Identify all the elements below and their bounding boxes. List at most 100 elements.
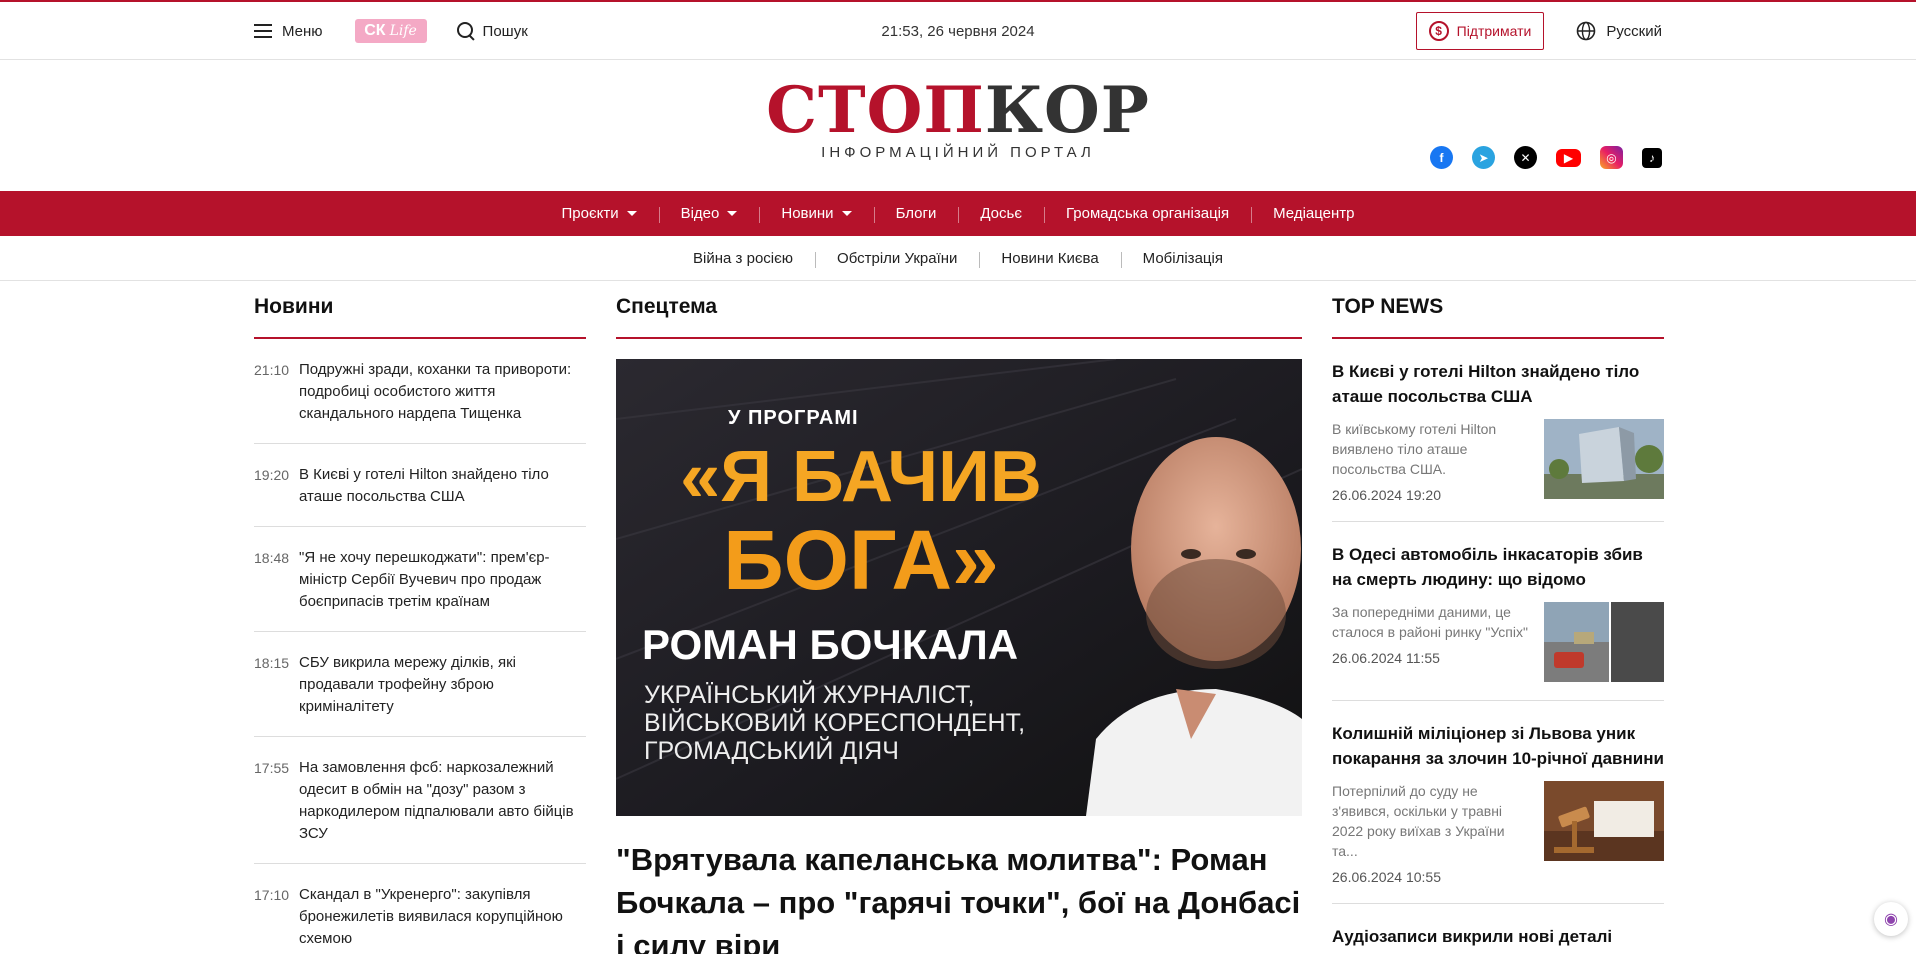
news-headline: На замовлення фсб: наркозалежний одесит … <box>299 759 574 842</box>
top-news-headline: Аудіозаписи викрили нові деталі <box>1332 927 1613 946</box>
accessibility-widget-icon[interactable]: ◉ <box>1874 902 1908 936</box>
logo-dark-part: КОР <box>984 73 1150 148</box>
menu-label: Меню <box>282 22 323 40</box>
menu-button[interactable]: Меню <box>254 23 323 40</box>
nav-item-projects[interactable]: Проєкти <box>539 205 658 222</box>
top-news-headline: В Києві у готелі Hilton знайдено тіло ат… <box>1332 362 1640 406</box>
top-news-headline: В Одесі автомобіль інкасаторів збив на с… <box>1332 545 1643 589</box>
support-button[interactable]: $ Підтримати <box>1415 12 1545 50</box>
nav-item-video[interactable]: Відео <box>658 205 760 223</box>
news-headline: "Я не хочу перешкоджати": прем'єр-мініст… <box>299 549 550 610</box>
news-time: 18:48 <box>254 550 290 566</box>
special-headline[interactable]: "Врятувала капеланська молитва": Роман Б… <box>616 838 1302 954</box>
top-news-title: TOP NEWS <box>1332 281 1664 339</box>
top-news-thumbnail <box>1544 781 1664 861</box>
social-links: f ➤ ✕ ▶ ◎ ♪ <box>1430 146 1662 169</box>
subnav-item-mobilization[interactable]: Мобілізація <box>1120 250 1245 268</box>
top-news-date: 26.06.2024 19:20 <box>1332 487 1441 503</box>
top-news-item[interactable]: Колишній міліціонер зі Львова уник покар… <box>1332 701 1664 904</box>
nav-label: Новини <box>781 205 834 222</box>
logo-tagline: ІНФОРМАЦІЙНИЙ ПОРТАЛ <box>821 144 1095 161</box>
ck-life-main: СК <box>364 22 386 39</box>
news-item[interactable]: 17:10 Скандал в "Укренерго": закупівля б… <box>254 864 586 954</box>
nav-label: Громадська організація <box>1066 205 1230 222</box>
hamburger-icon <box>254 24 272 38</box>
hero-guest-name: РОМАН БОЧКАЛА <box>642 621 1019 668</box>
special-topic-column: Спецтема У ПРОГРАМІ «Я БАЧИВ БОГА» РОМАН… <box>616 281 1302 954</box>
globe-icon <box>1577 21 1596 41</box>
tiktok-icon[interactable]: ♪ <box>1642 148 1662 168</box>
hero-program-label: У ПРОГРАМІ <box>728 407 859 429</box>
hero-title-line2: БОГА» <box>723 513 999 607</box>
news-time: 17:10 <box>254 887 290 903</box>
subnav-item-war[interactable]: Війна з росією <box>671 250 815 267</box>
hero-title-line1: «Я БАЧИВ <box>680 437 1042 517</box>
news-time: 17:55 <box>254 760 290 776</box>
news-headline: Подружні зради, коханки та привороти: по… <box>299 361 572 422</box>
nav-item-media-center[interactable]: Медіацентр <box>1251 205 1376 223</box>
x-icon[interactable]: ✕ <box>1514 146 1537 169</box>
top-news-lead: Потерпілий до суду не з'явився, оскільки… <box>1332 783 1505 859</box>
nav-item-dossier[interactable]: Досьє <box>958 205 1044 223</box>
top-news-thumbnail <box>1544 419 1664 499</box>
special-topic-title: Спецтема <box>616 281 1302 339</box>
youtube-icon[interactable]: ▶ <box>1556 149 1581 167</box>
instagram-icon[interactable]: ◎ <box>1600 146 1623 169</box>
top-news-item[interactable]: В Києві у готелі Hilton знайдено тіло ат… <box>1332 339 1664 522</box>
nav-item-news[interactable]: Новини <box>759 205 873 223</box>
caret-down-icon <box>841 211 852 216</box>
current-datetime: 21:53, 26 червня 2024 <box>881 22 1035 40</box>
news-item[interactable]: 18:15 СБУ викрила мережу ділків, які про… <box>254 632 586 737</box>
top-bar: Меню СК Life Пошук 21:53, 26 червня 2024… <box>0 2 1916 60</box>
news-headline: В Києві у готелі Hilton знайдено тіло ат… <box>299 466 549 505</box>
site-logo[interactable]: СТОПКОР ІНФОРМАЦІЙНИЙ ПОРТАЛ <box>766 78 1150 162</box>
top-news-date: 26.06.2024 11:55 <box>1332 650 1440 666</box>
language-label: Русский <box>1606 22 1662 40</box>
news-headline: Скандал в "Укренерго": закупівля бронежи… <box>299 886 563 947</box>
news-time: 19:20 <box>254 467 290 483</box>
telegram-icon[interactable]: ➤ <box>1472 146 1495 169</box>
facebook-icon[interactable]: f <box>1430 146 1453 169</box>
ck-life-logo-link[interactable]: СК Life <box>354 19 427 43</box>
dollar-icon: $ <box>1428 21 1449 41</box>
caret-down-icon <box>727 211 738 216</box>
search-label: Пошук <box>482 22 528 40</box>
top-news-column: TOP NEWS В Києві у готелі Hilton знайден… <box>1332 281 1664 954</box>
main-navigation: Проєкти Відео Новини Блоги Досьє Громадс… <box>0 191 1916 236</box>
logo-red-part: СТОП <box>766 73 985 148</box>
top-news-item[interactable]: Аудіозаписи викрили нові деталі <box>1332 904 1664 954</box>
nav-label: Досьє <box>980 205 1022 222</box>
top-news-lead: За попередніми даними, це сталося в райо… <box>1332 604 1528 640</box>
nav-label: Відео <box>680 205 720 222</box>
top-news-lead: В київському готелі Hilton виявлено тіло… <box>1332 421 1497 477</box>
hero-guest-description: УКРАЇНСЬКИЙ ЖУРНАЛІСТ, ВІЙСЬКОВИЙ КОРЕСП… <box>644 681 1026 765</box>
news-headline: СБУ викрила мережу ділків, які продавали… <box>299 654 517 715</box>
news-column: Новини 21:10 Подружні зради, коханки та … <box>254 281 586 954</box>
nav-label: Проєкти <box>561 205 619 222</box>
news-item[interactable]: 18:48 "Я не хочу перешкоджати": прем'єр-… <box>254 527 586 632</box>
caret-down-icon <box>626 211 637 216</box>
nav-label: Блоги <box>895 205 937 222</box>
nav-item-public-organization[interactable]: Громадська організація <box>1044 205 1251 223</box>
nav-label: Медіацентр <box>1273 205 1355 222</box>
news-column-title: Новини <box>254 281 586 339</box>
subnav-item-kyiv-news[interactable]: Новини Києва <box>979 250 1120 268</box>
news-item[interactable]: 21:10 Подружні зради, коханки та приворо… <box>254 339 586 444</box>
ck-life-sub: Life <box>389 23 417 39</box>
subnav-item-shelling[interactable]: Обстріли України <box>815 250 979 268</box>
news-item[interactable]: 19:20 В Києві у готелі Hilton знайдено т… <box>254 444 586 527</box>
brand-header: СТОПКОР ІНФОРМАЦІЙНИЙ ПОРТАЛ f ➤ ✕ ▶ ◎ ♪ <box>0 60 1916 191</box>
search-button[interactable]: Пошук <box>456 22 528 40</box>
language-switcher[interactable]: Русский <box>1576 21 1662 41</box>
top-news-date: 26.06.2024 10:55 <box>1332 869 1441 885</box>
top-news-thumbnail <box>1544 602 1664 682</box>
top-news-headline: Колишній міліціонер зі Львова уник покар… <box>1332 724 1664 768</box>
search-icon <box>456 22 475 40</box>
top-news-item[interactable]: В Одесі автомобіль інкасаторів збив на с… <box>1332 522 1664 701</box>
nav-item-blogs[interactable]: Блоги <box>873 205 959 223</box>
sub-navigation: Війна з росією Обстріли України Новини К… <box>0 236 1916 281</box>
news-item[interactable]: 17:55 На замовлення фсб: наркозалежний о… <box>254 737 586 864</box>
hero-image[interactable]: У ПРОГРАМІ «Я БАЧИВ БОГА» РОМАН БОЧКАЛА … <box>616 359 1302 816</box>
news-time: 18:15 <box>254 655 290 671</box>
support-label: Підтримати <box>1456 23 1532 39</box>
